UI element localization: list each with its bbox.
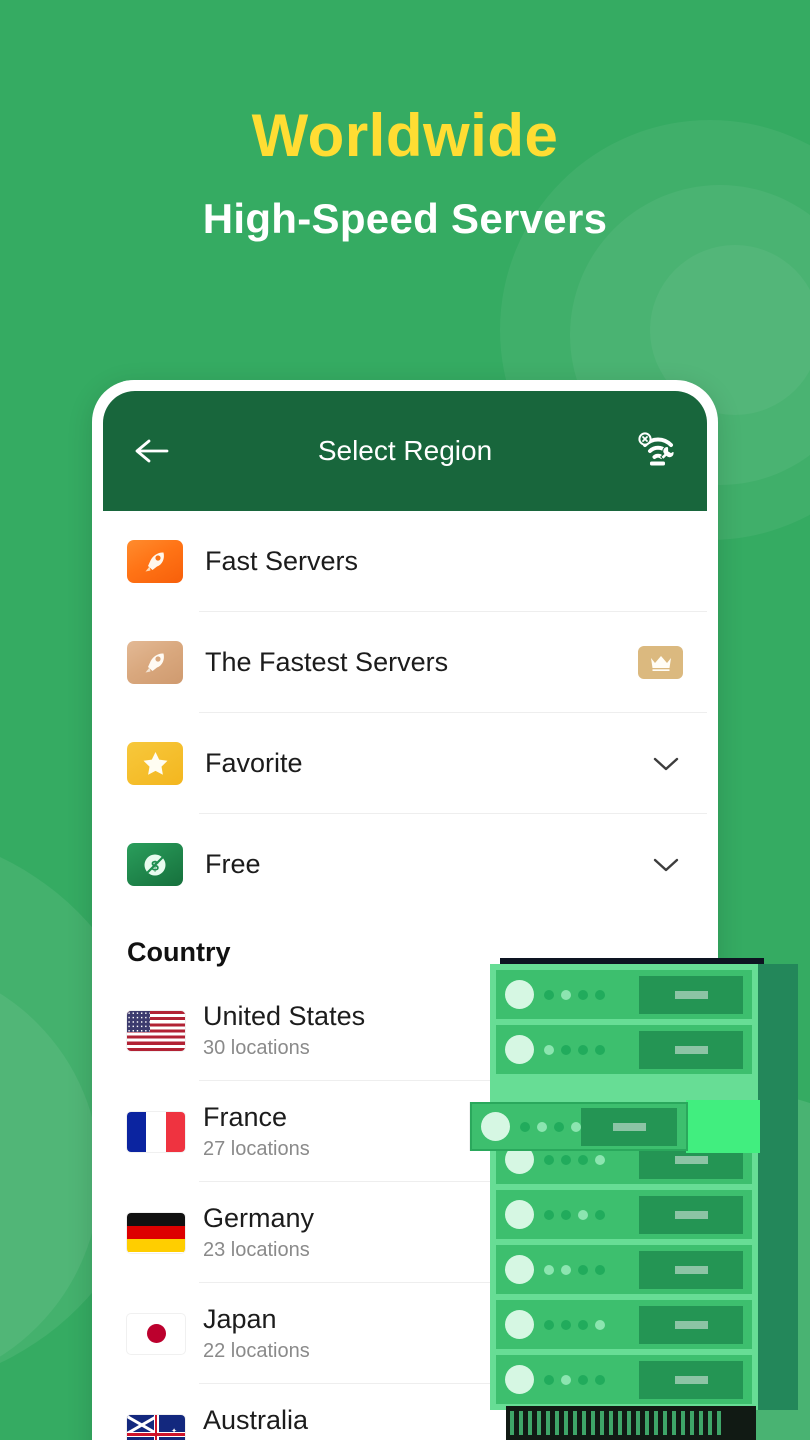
slot-knob	[505, 980, 534, 1009]
flag-us-icon	[127, 1010, 185, 1051]
rack-vents	[510, 1411, 722, 1435]
slot-leds	[544, 989, 605, 1000]
server-slot	[496, 1245, 752, 1294]
arrow-left-icon	[135, 439, 169, 463]
expand-toggle[interactable]	[649, 747, 683, 781]
category-label: Fast Servers	[205, 546, 359, 576]
slot-panel	[639, 1030, 743, 1069]
category-label: Favorite	[205, 748, 303, 778]
country-text: Japan 22 locations	[203, 1304, 310, 1362]
server-slot	[496, 1355, 752, 1404]
slot-panel	[639, 975, 743, 1014]
category-label: Free	[205, 849, 261, 879]
server-slot	[496, 1025, 752, 1074]
server-slot	[496, 1190, 752, 1239]
slot-leds	[544, 1319, 605, 1330]
category-trailing	[649, 747, 683, 781]
country-name: Japan	[203, 1304, 277, 1335]
country-name: Germany	[203, 1203, 315, 1234]
rocket-icon	[127, 540, 183, 583]
server-rack-illustration	[470, 958, 798, 1440]
rocket-glyph	[145, 551, 164, 571]
server-slot-pulled-out	[470, 1102, 688, 1151]
star-glyph	[143, 752, 167, 775]
country-locations: 22 locations	[203, 1339, 310, 1362]
country-locations: 27 locations	[203, 1137, 310, 1160]
slot-panel	[639, 1250, 743, 1289]
slot-panel	[639, 1305, 743, 1344]
slot-leds	[544, 1374, 605, 1385]
headline-primary: Worldwide	[251, 102, 559, 169]
country-text: Germany 23 locations	[203, 1203, 314, 1261]
category-label: The Fastest Servers	[205, 647, 449, 677]
server-category-list: Fast Servers The Fastest Servers Favorit…	[103, 511, 707, 915]
dollar-glyph: $	[144, 854, 166, 875]
wifi-repair-button[interactable]	[633, 432, 683, 470]
flag-fr-icon	[127, 1111, 185, 1152]
flag-au-icon: ✦✦	[127, 1414, 185, 1440]
slot-knob	[505, 1255, 534, 1284]
country-name: France	[203, 1102, 288, 1133]
rack-base	[506, 1406, 756, 1440]
slot-leds	[544, 1154, 605, 1165]
rocket-icon	[127, 641, 183, 684]
category-row-free[interactable]: $ Free	[103, 814, 707, 915]
app-bar: Select Region	[103, 391, 707, 511]
slot-knob	[505, 1200, 534, 1229]
slot-knob	[505, 1310, 534, 1339]
slot-leds	[544, 1044, 605, 1055]
server-slot	[496, 1300, 752, 1349]
flag-jp-icon	[127, 1313, 185, 1354]
country-locations: 23 locations	[203, 1238, 310, 1261]
page-title: Select Region	[317, 435, 493, 466]
country-text: United States 30 locations	[203, 1001, 365, 1059]
headline-secondary: High-Speed Servers	[202, 195, 608, 242]
slot-knob	[481, 1112, 510, 1141]
chevron-down-icon	[653, 858, 679, 871]
slot-leds	[544, 1264, 605, 1275]
flag-de-icon	[127, 1212, 185, 1253]
slot-leds	[520, 1121, 581, 1132]
money-bag-icon: $	[127, 843, 183, 886]
category-trailing	[638, 646, 683, 679]
slot-knob	[505, 1365, 534, 1394]
crown-icon	[650, 655, 671, 671]
category-row-fast-servers[interactable]: Fast Servers	[103, 511, 707, 612]
country-text: Australia 21 locations	[203, 1405, 310, 1440]
country-text: France 27 locations	[203, 1102, 310, 1160]
slot-panel	[639, 1360, 743, 1399]
wifi-repair-icon	[638, 432, 675, 466]
country-name: United States	[203, 1001, 366, 1032]
country-name: Australia	[203, 1405, 309, 1436]
promo-headline: Worldwide High-Speed Servers	[0, 0, 810, 243]
rack-slot-gap	[686, 1100, 760, 1153]
rack-body	[490, 964, 758, 1410]
premium-badge[interactable]	[638, 646, 683, 679]
server-slot	[496, 970, 752, 1019]
rocket-glyph	[145, 652, 164, 672]
category-row-favorite[interactable]: Favorite	[103, 713, 707, 814]
slot-panel	[639, 1195, 743, 1234]
category-trailing	[649, 848, 683, 882]
slot-knob	[505, 1035, 534, 1064]
back-button[interactable]	[127, 438, 177, 464]
country-locations: 30 locations	[203, 1036, 310, 1059]
star-icon	[127, 742, 183, 785]
slot-leds	[544, 1209, 605, 1220]
chevron-down-icon	[653, 757, 679, 770]
slot-panel	[581, 1107, 677, 1146]
expand-toggle[interactable]	[649, 848, 683, 882]
category-row-fastest-servers[interactable]: The Fastest Servers	[103, 612, 707, 713]
